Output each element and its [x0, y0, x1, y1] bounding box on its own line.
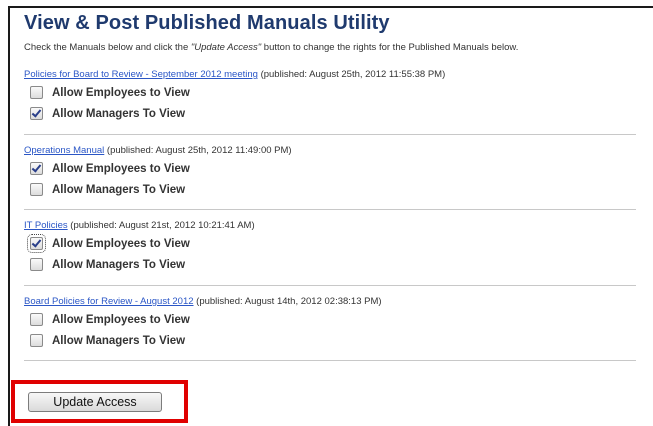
allow-employees-label: Allow Employees to View — [52, 162, 190, 175]
manual-item: Policies for Board to Review - September… — [24, 68, 634, 124]
manual-item: Operations Manual (published: August 25t… — [24, 144, 634, 200]
allow-employees-checkbox[interactable] — [27, 234, 46, 253]
allow-employees-label: Allow Employees to View — [52, 237, 190, 250]
instructions-after: button to change the rights for the Publ… — [261, 42, 519, 53]
allow-managers-label: Allow Managers To View — [52, 183, 186, 196]
allow-managers-label: Allow Managers To View — [52, 258, 186, 271]
instructions-text: Check the Manuals below and click the "U… — [24, 42, 518, 53]
manual-header: Policies for Board to Review - September… — [24, 68, 634, 82]
manual-link[interactable]: Operations Manual — [24, 145, 104, 156]
allow-employees-option[interactable]: Allow Employees to View — [30, 309, 634, 330]
manual-header: IT Policies (published: August 21st, 201… — [24, 219, 634, 233]
allow-managers-checkbox[interactable] — [30, 334, 43, 347]
allow-employees-checkbox[interactable] — [30, 86, 43, 99]
divider — [24, 134, 636, 135]
manual-link[interactable]: IT Policies — [24, 220, 68, 231]
allow-managers-checkbox[interactable] — [30, 258, 43, 271]
update-access-button[interactable]: Update Access — [28, 392, 162, 412]
manual-published-date: (published: August 25th, 2012 11:55:38 P… — [260, 69, 446, 80]
allow-managers-checkbox[interactable] — [30, 183, 43, 196]
allow-managers-option[interactable]: Allow Managers To View — [30, 179, 634, 200]
manual-item: IT Policies (published: August 21st, 201… — [24, 219, 634, 275]
instructions-before: Check the Manuals below and click the — [24, 42, 191, 53]
divider — [24, 285, 636, 286]
allow-managers-option[interactable]: Allow Managers To View — [30, 254, 634, 275]
allow-employees-checkbox[interactable] — [30, 313, 43, 326]
allow-employees-option[interactable]: Allow Employees to View — [27, 233, 634, 254]
manual-header: Board Policies for Review - August 2012 … — [24, 295, 634, 309]
manual-link[interactable]: Policies for Board to Review - September… — [24, 69, 258, 80]
allow-employees-checkbox[interactable] — [30, 162, 43, 175]
update-access-highlight: Update Access — [11, 380, 188, 423]
page-title: View & Post Published Manuals Utility — [24, 12, 390, 34]
allow-managers-checkbox[interactable] — [30, 107, 43, 120]
allow-managers-option[interactable]: Allow Managers To View — [30, 330, 634, 351]
allow-employees-label: Allow Employees to View — [52, 86, 190, 99]
allow-managers-label: Allow Managers To View — [52, 107, 186, 120]
divider — [24, 360, 636, 361]
allow-employees-option[interactable]: Allow Employees to View — [30, 158, 634, 179]
manual-published-date: (published: August 25th, 2012 11:49:00 P… — [106, 145, 292, 156]
manual-published-date: (published: August 21st, 2012 10:21:41 A… — [70, 220, 255, 231]
allow-managers-label: Allow Managers To View — [52, 334, 186, 347]
allow-employees-option[interactable]: Allow Employees to View — [30, 82, 634, 103]
manual-item: Board Policies for Review - August 2012 … — [24, 295, 634, 351]
divider — [24, 209, 636, 210]
allow-employees-label: Allow Employees to View — [52, 313, 190, 326]
manual-link[interactable]: Board Policies for Review - August 2012 — [24, 296, 194, 307]
manual-header: Operations Manual (published: August 25t… — [24, 144, 634, 158]
manual-published-date: (published: August 14th, 2012 02:38:13 P… — [196, 296, 382, 307]
allow-managers-option[interactable]: Allow Managers To View — [30, 103, 634, 124]
instructions-emphasis: "Update Access" — [190, 42, 262, 53]
